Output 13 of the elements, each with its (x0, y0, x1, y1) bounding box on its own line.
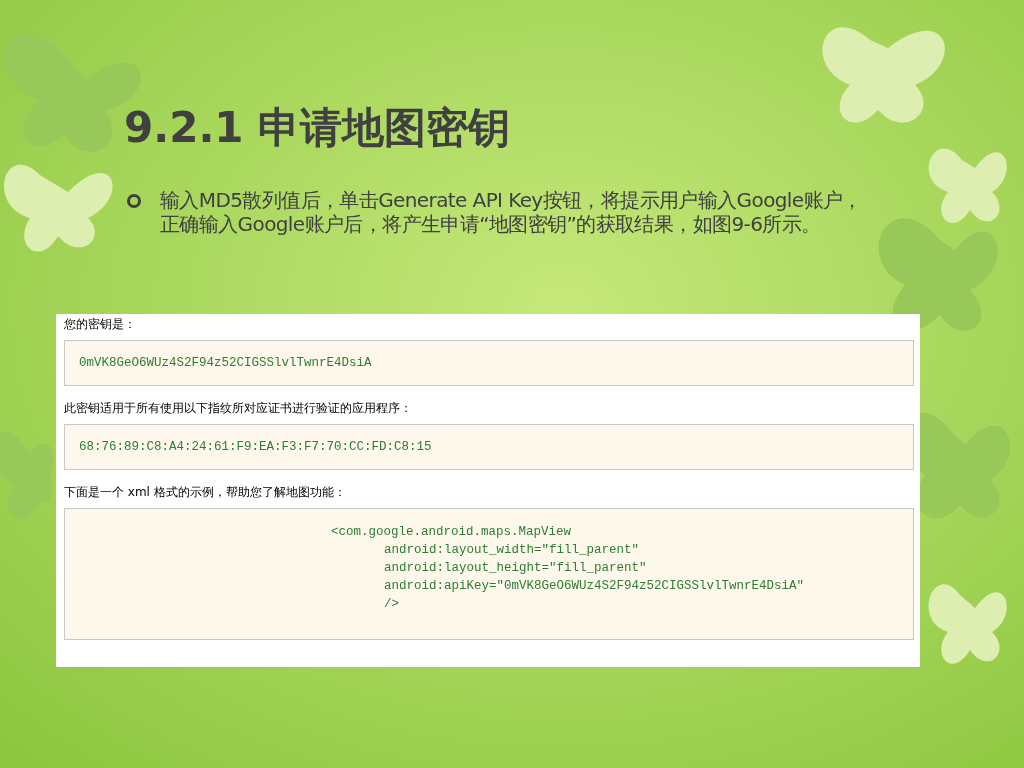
code-line: android:layout_width="fill_parent" (384, 542, 640, 559)
code-line: 0mVK8GeO6WUz4S2F94z52CIGSSlvlTwnrE4DsiA (79, 355, 372, 372)
section-label: 您的密钥是： (64, 316, 136, 332)
section-label: 此密钥适用于所有使用以下指纹所对应证书进行验证的应用程序： (64, 400, 412, 416)
code-line: <com.google.android.maps.MapView (331, 524, 572, 541)
code-line: android:apiKey="0mVK8GeO6WUz4S2F94z52CIGSSlvlTwnrE4DsiA" (384, 578, 805, 595)
code-line: /> (384, 596, 399, 613)
code-line: 68:76:89:C8:A4:24:61:F9:EA:F3:F7:70:CC:FD:C8:15 (79, 439, 432, 456)
section-label: 下面是一个 xml 格式的示例，帮助您了解地图功能： (64, 484, 346, 500)
ring-bullet-icon (126, 193, 142, 209)
code-line: android:layout_height="fill_parent" (384, 560, 647, 577)
slide-title: 9.2.1 申请地图密钥 (124, 102, 511, 154)
bullet-text: 输入MD5散列值后，单击Generate API Key按钮，将提示用户输入Google账户，正确输入Google账户后，将产生申请“地图密钥”的获取结果，如图9-6所示。 (160, 188, 863, 236)
